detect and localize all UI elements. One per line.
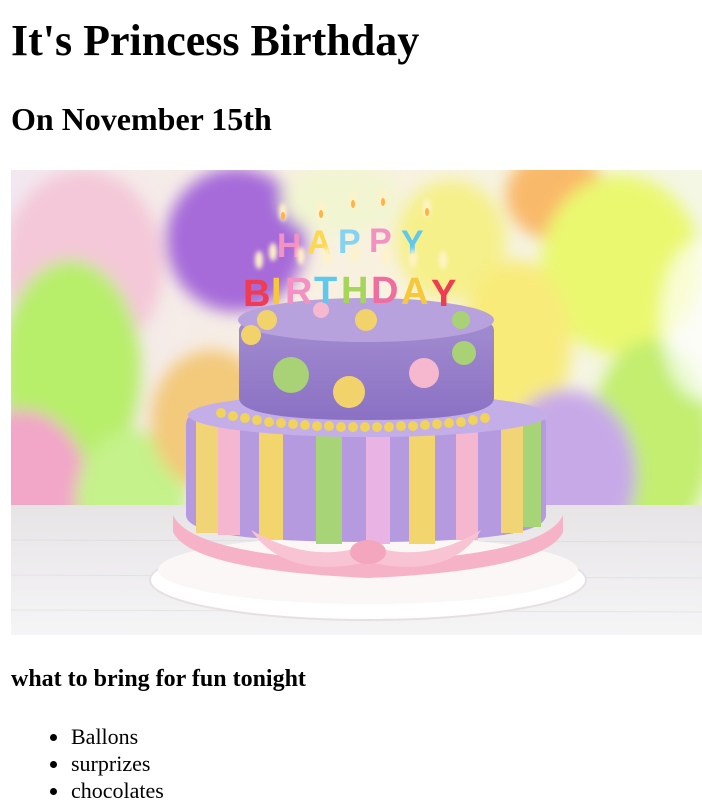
list-item: chocolates xyxy=(50,777,164,804)
page-title: It's Princess Birthday xyxy=(11,16,420,65)
svg-text:Y: Y xyxy=(431,273,456,315)
list-item: Ballons xyxy=(50,723,164,750)
bullet-icon xyxy=(50,761,57,768)
bullet-icon xyxy=(50,788,57,795)
bullet-icon xyxy=(50,734,57,741)
svg-text:H: H xyxy=(341,270,368,312)
svg-text:B: B xyxy=(243,273,270,315)
birthday-cake-image: H A P P Y B I R T H D A Y xyxy=(11,170,702,635)
svg-text:T: T xyxy=(314,270,337,312)
svg-text:A: A xyxy=(401,271,428,313)
svg-text:D: D xyxy=(371,270,398,312)
list-item-label: chocolates xyxy=(71,778,164,803)
bring-list: Ballons surprizes chocolates xyxy=(11,723,164,804)
svg-text:I: I xyxy=(271,271,282,313)
list-heading: what to bring for fun tonight xyxy=(11,666,306,692)
list-item-label: Ballons xyxy=(71,724,139,749)
list-item: surprizes xyxy=(50,750,164,777)
svg-text:R: R xyxy=(285,271,312,313)
page-subtitle: On November 15th xyxy=(11,101,272,137)
list-item-label: surprizes xyxy=(71,751,151,776)
